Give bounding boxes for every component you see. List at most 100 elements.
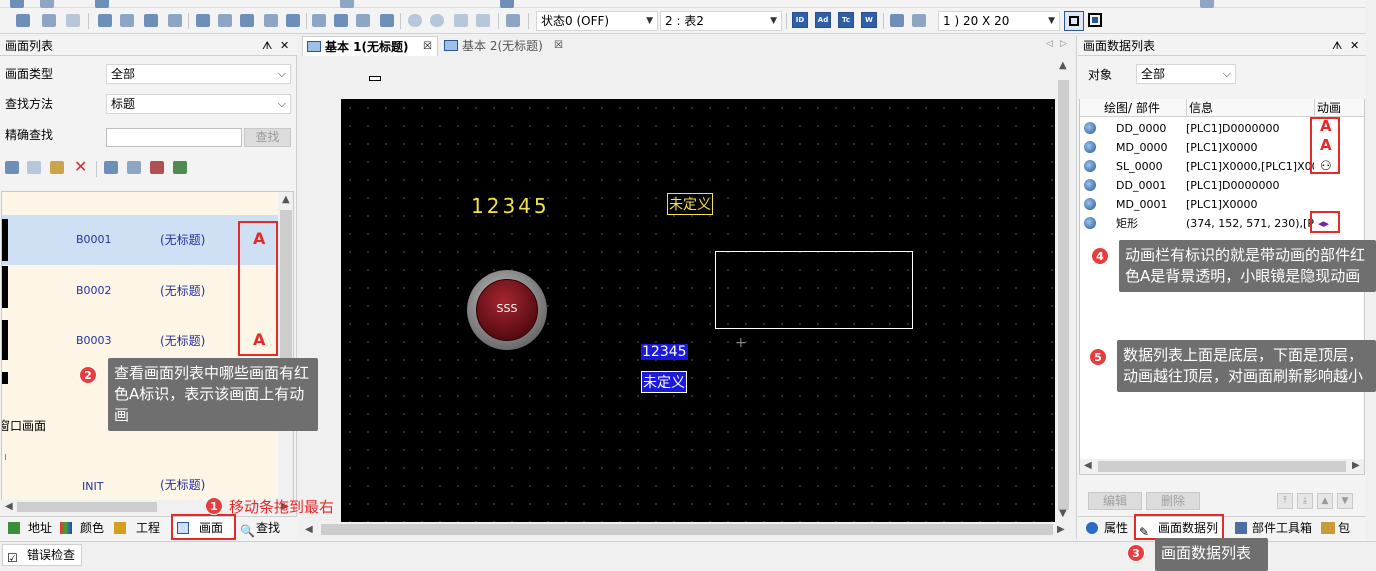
move-up-icon[interactable]: ▲ [1317, 493, 1333, 509]
message-display[interactable]: 未定义 [667, 193, 713, 215]
grid-size-combo[interactable]: 1 ) 20 X 20 ▼ [938, 11, 1060, 31]
column-header[interactable]: 绘图/ 部件 [1104, 99, 1160, 117]
distribute-h-icon[interactable] [334, 14, 348, 27]
tab-scroll-left-icon[interactable]: ◁ [1046, 39, 1053, 49]
tc-display-icon[interactable]: Tc [838, 12, 854, 28]
grid-settings-icon[interactable] [890, 14, 904, 27]
tab-project[interactable]: 工程 [112, 517, 160, 539]
align-icon[interactable] [16, 14, 30, 27]
address-display-icon[interactable]: Ad [815, 12, 831, 28]
screen-tree-icon[interactable] [173, 161, 187, 174]
screen-canvas[interactable]: 12345 未定义 SSS + 12345 未定义 [341, 99, 1055, 522]
v-scroll-thumb[interactable] [1058, 80, 1069, 510]
error-check-tab[interactable]: ☑ 错误检查 [2, 544, 82, 566]
frame-toggle-button[interactable] [1064, 11, 1084, 31]
paste-icon[interactable] [50, 161, 64, 174]
tab-color[interactable]: 颜色 [58, 517, 104, 539]
numeric-display[interactable]: 12345 [471, 194, 550, 218]
tab-base-1[interactable]: 基本 1(无标题) ☒ [302, 36, 438, 56]
pointer-icon[interactable] [10, 0, 24, 8]
list-scrollbar[interactable]: ▲ [278, 192, 293, 513]
order-back-icon[interactable] [120, 14, 134, 27]
tab-package[interactable]: 包 [1320, 517, 1350, 539]
tab-base-2[interactable]: 基本 2(无标题) ☒ [440, 36, 570, 56]
frame-outline-icon[interactable] [1088, 13, 1102, 27]
pin-icon[interactable]: ᗑ [1332, 36, 1342, 56]
rotate-right-icon[interactable] [430, 14, 444, 27]
screen-list-title-text: 画面列表 [5, 39, 54, 53]
same-size-icon[interactable] [380, 14, 394, 27]
flip-h-icon[interactable] [454, 14, 468, 27]
rotate-left-icon[interactable] [408, 14, 422, 27]
numeric-display-blue[interactable]: 12345 [641, 344, 688, 360]
close-icon[interactable]: ☒ [423, 37, 432, 57]
list-item[interactable]: INIT (无标题) [2, 460, 278, 500]
search-button[interactable]: 查找 [244, 128, 291, 147]
align-middle-icon[interactable] [286, 14, 300, 27]
tab-properties[interactable]: 属性 [1084, 517, 1128, 539]
edit-button[interactable]: 编辑 [1088, 492, 1142, 510]
layer-icon[interactable] [506, 14, 520, 27]
editor-h-scrollbar[interactable]: ◀ ▶ [301, 522, 1071, 537]
flip-v-icon[interactable] [476, 14, 490, 27]
grid-snap-icon[interactable] [912, 14, 926, 27]
order-front-icon[interactable] [98, 14, 112, 27]
table-row[interactable]: DD_0001 [PLC1]D0000000 [1080, 176, 1364, 195]
tool-icon[interactable] [340, 0, 354, 8]
state-combo[interactable]: 状态0 (OFF) ▼ [536, 11, 658, 31]
list-item[interactable]: B0001 (无标题) A [2, 215, 278, 265]
align-center-icon[interactable] [218, 14, 232, 27]
column-header[interactable]: 动画 [1314, 99, 1341, 117]
group-icon[interactable] [42, 14, 56, 27]
w-display-icon[interactable]: W [861, 12, 877, 28]
delete-button[interactable]: 删除 [1146, 492, 1200, 510]
tab-scroll-right-icon[interactable]: ▷ [1060, 39, 1067, 49]
h-scroll-thumb[interactable] [1098, 461, 1346, 472]
new-screen-icon[interactable] [5, 161, 19, 174]
pin-icon[interactable]: ᗑ [262, 36, 272, 56]
message-display-blue[interactable]: 未定义 [641, 371, 687, 393]
move-bottom-icon[interactable]: ⤓ [1297, 493, 1313, 509]
select-icon[interactable] [40, 0, 54, 8]
screen-type-select[interactable]: 全部 ⌵ [106, 64, 291, 84]
order-down-icon[interactable] [168, 14, 182, 27]
h-scroll-thumb[interactable] [17, 502, 157, 512]
align-right-icon[interactable] [240, 14, 254, 27]
id-display-icon[interactable]: ID [792, 12, 808, 28]
tab-parts-toolbox[interactable]: 部件工具箱 [1234, 517, 1312, 539]
tool-icon[interactable] [95, 0, 109, 8]
tab-address[interactable]: 地址 [6, 517, 52, 539]
close-icon[interactable]: ✕ [1350, 36, 1359, 56]
align-bottom-icon[interactable] [312, 14, 326, 27]
tool-icon[interactable] [500, 0, 514, 8]
copy-icon[interactable] [27, 161, 41, 174]
h-scroll-thumb[interactable] [321, 524, 1053, 535]
tab-find[interactable]: 🔍 查找 [238, 517, 280, 539]
grid-h-scrollbar[interactable]: ◀ ▶ [1080, 459, 1364, 474]
toolbar-row-2: 状态0 (OFF) ▼ 2 : 表2 ▼ ID Ad Tc W 1 ) 20 X… [0, 8, 1366, 34]
close-icon[interactable]: ☒ [554, 36, 563, 56]
object-select[interactable]: 全部 ⌵ [1136, 64, 1236, 84]
sheet-combo[interactable]: 2 : 表2 ▼ [660, 11, 782, 31]
screen-export-icon[interactable] [150, 161, 164, 174]
order-up-icon[interactable] [144, 14, 158, 27]
distribute-v-icon[interactable] [356, 14, 370, 27]
tool-icon[interactable] [1200, 0, 1214, 8]
part-name: DD_0001 [1116, 179, 1167, 192]
delete-icon[interactable]: ✕ [74, 157, 87, 176]
ungroup-icon[interactable] [66, 14, 80, 27]
editor-v-scrollbar[interactable]: ▲ ▼ [1056, 58, 1071, 522]
screen-move-icon[interactable] [127, 161, 141, 174]
close-icon[interactable]: ✕ [280, 36, 289, 56]
move-top-icon[interactable]: ⤒ [1277, 493, 1293, 509]
column-header[interactable]: 信息 [1186, 99, 1213, 117]
align-left-icon[interactable] [196, 14, 210, 27]
align-top-icon[interactable] [264, 14, 278, 27]
exact-search-input[interactable] [106, 128, 242, 147]
screen-property-icon[interactable] [104, 161, 118, 174]
list-item[interactable]: B0002 (无标题) [2, 266, 278, 316]
lamp-button[interactable]: SSS [467, 270, 547, 350]
move-down-icon[interactable]: ▼ [1337, 493, 1353, 509]
search-method-select[interactable]: 标题 ⌵ [106, 94, 291, 114]
rectangle-shape[interactable] [715, 251, 913, 329]
